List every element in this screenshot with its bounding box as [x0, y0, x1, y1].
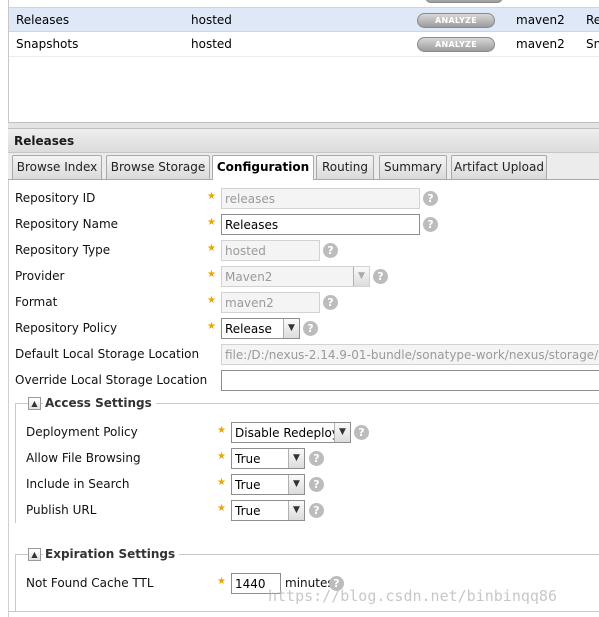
panel-title: Releases	[8, 129, 599, 153]
divider	[8, 611, 599, 612]
repository-policy-label: Repository Policy	[15, 321, 118, 335]
provider-label: Provider	[15, 269, 65, 283]
help-icon[interactable]: ?	[373, 269, 388, 284]
panel-splitter[interactable]	[8, 122, 599, 129]
override-location-field[interactable]	[221, 370, 599, 391]
collapse-icon[interactable]: ▲	[28, 548, 41, 561]
tab-artifact-upload[interactable]: Artifact Upload	[451, 155, 547, 179]
required-star-icon: ★	[207, 191, 216, 202]
required-star-icon: ★	[207, 321, 216, 332]
repository-name-label: Repository Name	[15, 217, 119, 231]
include-search-value: True	[235, 478, 261, 492]
override-location-label: Override Local Storage Location	[15, 373, 208, 387]
repository-extra-cell: Sn	[586, 37, 599, 51]
default-location-field: file:/D:/nexus-2.14.9-01-bundle/sonatype…	[221, 344, 599, 365]
tab-configuration[interactable]: Configuration	[212, 155, 314, 181]
required-star-icon: ★	[207, 217, 216, 228]
table-row[interactable]: Releases hosted ANALYZE maven2 Re	[9, 7, 599, 32]
tab-summary[interactable]: Summary	[379, 155, 447, 179]
repository-grid: Releases hosted ANALYZE maven2 Re Snapsh…	[8, 0, 599, 122]
repository-id-label: Repository ID	[15, 191, 96, 205]
chevron-down-icon[interactable]: ▼	[283, 319, 299, 338]
required-star-icon: ★	[217, 576, 226, 587]
expiration-settings-title: Expiration Settings	[43, 547, 180, 561]
collapse-icon[interactable]: ▲	[28, 397, 41, 410]
help-icon[interactable]: ?	[354, 425, 369, 440]
help-icon[interactable]: ?	[309, 451, 324, 466]
repository-type-cell: hosted	[191, 13, 232, 27]
tab-browse-storage[interactable]: Browse Storage	[106, 155, 210, 179]
repository-type-field: hosted	[221, 240, 320, 261]
help-icon[interactable]: ?	[303, 321, 318, 336]
repository-id-field: releases	[221, 188, 420, 209]
repository-type-cell: hosted	[191, 37, 232, 51]
include-search-label: Include in Search	[26, 477, 130, 491]
tab-browse-index[interactable]: Browse Index	[12, 155, 102, 179]
not-found-ttl-label: Not Found Cache TTL	[26, 576, 154, 590]
file-browsing-value: True	[235, 452, 261, 466]
help-icon[interactable]: ?	[423, 191, 438, 206]
required-star-icon: ★	[217, 451, 226, 462]
chevron-down-icon[interactable]: ▼	[288, 449, 304, 468]
repository-type-label: Repository Type	[15, 243, 111, 257]
tab-routing[interactable]: Routing	[316, 155, 374, 179]
configuration-form: Repository ID ★ releases ? Repository Na…	[8, 180, 599, 617]
chevron-down-icon[interactable]: ▼	[288, 501, 304, 520]
help-icon[interactable]: ?	[323, 295, 338, 310]
deployment-policy-select[interactable]: Disable Redeploy ▼	[231, 422, 351, 443]
repository-policy-value: Release	[225, 322, 272, 336]
file-browsing-label: Allow File Browsing	[26, 451, 141, 465]
repository-name-field[interactable]: Releases	[221, 214, 420, 235]
provider-select: Maven2 ▼	[221, 266, 370, 287]
deployment-policy-value: Disable Redeploy	[235, 426, 339, 440]
format-label: Format	[15, 295, 58, 309]
watermark: https://blog.csdn.net/binbinqq86	[268, 587, 557, 605]
repository-format-cell: maven2	[516, 37, 565, 51]
table-row[interactable]: Snapshots hosted ANALYZE maven2 Sn	[9, 32, 599, 57]
provider-value: Maven2	[225, 270, 273, 284]
required-star-icon: ★	[217, 477, 226, 488]
analyze-button-partial[interactable]	[425, 0, 503, 3]
include-search-select[interactable]: True ▼	[231, 474, 305, 495]
access-settings-title: Access Settings	[43, 396, 156, 410]
analyze-button[interactable]: ANALYZE	[417, 37, 495, 52]
help-icon[interactable]: ?	[423, 217, 438, 232]
repository-policy-select[interactable]: Release ▼	[221, 318, 300, 339]
help-icon[interactable]: ?	[323, 243, 338, 258]
required-star-icon: ★	[217, 425, 226, 436]
publish-url-value: True	[235, 504, 261, 518]
deployment-policy-label: Deployment Policy	[26, 425, 138, 439]
repository-extra-cell: Re	[586, 13, 599, 27]
chevron-down-icon[interactable]: ▼	[334, 423, 350, 442]
required-star-icon: ★	[217, 503, 226, 514]
repository-format-cell: maven2	[516, 13, 565, 27]
repository-name-cell: Snapshots	[16, 37, 79, 51]
chevron-down-icon[interactable]: ▼	[288, 475, 304, 494]
chevron-down-icon: ▼	[353, 267, 369, 286]
required-star-icon: ★	[207, 295, 216, 306]
required-star-icon: ★	[207, 243, 216, 254]
publish-url-select[interactable]: True ▼	[231, 500, 305, 521]
repository-name-cell: Releases	[16, 13, 70, 27]
help-icon[interactable]: ?	[309, 477, 324, 492]
default-location-label: Default Local Storage Location	[15, 347, 200, 361]
help-icon[interactable]: ?	[309, 503, 324, 518]
analyze-button[interactable]: ANALYZE	[417, 13, 495, 28]
publish-url-label: Publish URL	[26, 503, 97, 517]
required-star-icon: ★	[207, 269, 216, 280]
format-field: maven2	[221, 292, 320, 313]
tab-strip: Browse Index Browse Storage Configuratio…	[8, 153, 599, 181]
file-browsing-select[interactable]: True ▼	[231, 448, 305, 469]
